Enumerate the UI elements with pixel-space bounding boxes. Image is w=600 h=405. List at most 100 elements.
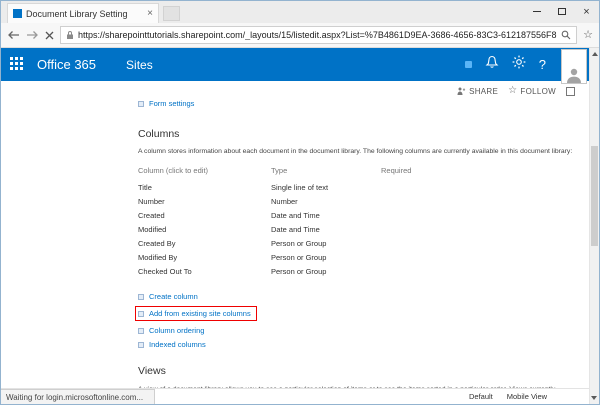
- form-settings-link[interactable]: Form settings: [149, 99, 194, 108]
- close-button[interactable]: ×: [574, 1, 599, 22]
- settings-button[interactable]: [512, 55, 526, 74]
- sharepoint-favicon-icon: [13, 9, 22, 18]
- focus-on-content-icon[interactable]: [566, 87, 575, 96]
- table-row: Created Date and Time: [138, 208, 451, 222]
- address-bar[interactable]: https://sharepointtutorials.sharepoint.c…: [60, 26, 577, 44]
- favorites-star-icon[interactable]: ☆: [583, 30, 593, 41]
- page-actions: SHARE ☆ FOLLOW: [457, 86, 575, 96]
- column-type: Person or Group: [271, 250, 381, 264]
- forward-arrow-icon: [26, 30, 39, 40]
- bottom-strip: Default Mobile View Waiting for login.mi…: [1, 388, 589, 404]
- maximize-button[interactable]: [549, 1, 574, 22]
- create-column-link[interactable]: Create column: [149, 292, 198, 301]
- column-type: Person or Group: [271, 264, 381, 278]
- status-text: Waiting for login.microsoftonline.com...: [6, 393, 143, 402]
- share-button[interactable]: SHARE: [457, 87, 498, 96]
- help-button[interactable]: ?: [539, 57, 546, 72]
- share-label: SHARE: [469, 87, 498, 96]
- person-icon: [565, 67, 583, 83]
- window-controls: ×: [524, 1, 599, 22]
- tab-bar: Document Library Setting × ×: [1, 1, 599, 23]
- follow-button[interactable]: ☆ FOLLOW: [508, 86, 556, 96]
- column-required: [381, 208, 451, 222]
- column-name[interactable]: Modified By: [138, 250, 271, 264]
- indexed-columns-row: Indexed columns: [138, 340, 573, 349]
- url-text: https://sharepointtutorials.sharepoint.c…: [78, 30, 557, 40]
- browser-toolbar: https://sharepointtutorials.sharepoint.c…: [1, 23, 599, 48]
- follow-label: FOLLOW: [520, 87, 556, 96]
- create-column-row: Create column: [138, 292, 573, 301]
- office365-brand[interactable]: Office 365: [37, 57, 96, 72]
- notification-badge: [465, 61, 472, 68]
- gear-icon: [512, 55, 526, 69]
- stop-button[interactable]: [45, 31, 54, 40]
- views-header-default: Default: [469, 392, 493, 401]
- forward-button[interactable]: [26, 30, 39, 40]
- minimize-button[interactable]: [524, 1, 549, 22]
- office365-suite-bar: Office 365 Sites ?: [1, 48, 589, 81]
- table-row: Number Number: [138, 194, 451, 208]
- column-required: [381, 222, 451, 236]
- column-type: Single line of text: [271, 180, 381, 194]
- column-ordering-link[interactable]: Column ordering: [149, 326, 204, 335]
- stop-icon: [45, 31, 54, 40]
- column-name[interactable]: Checked Out To: [138, 264, 271, 278]
- header-required: Required: [381, 164, 451, 180]
- scroll-up-icon[interactable]: [592, 52, 598, 56]
- column-required: [381, 236, 451, 250]
- column-ordering-row: Column ordering: [138, 326, 573, 335]
- column-name[interactable]: Title: [138, 180, 271, 194]
- scroll-down-icon[interactable]: [591, 396, 597, 400]
- back-arrow-icon: [7, 30, 20, 40]
- header-type: Type: [271, 164, 381, 180]
- suite-bar-icons: ?: [465, 55, 546, 74]
- share-icon: [457, 87, 466, 95]
- tab-close-icon[interactable]: ×: [147, 9, 153, 19]
- search-icon[interactable]: [561, 30, 571, 40]
- link-bullet-icon: [138, 342, 144, 348]
- user-avatar[interactable]: [561, 49, 587, 84]
- column-required: [381, 264, 451, 278]
- column-type: Date and Time: [271, 208, 381, 222]
- back-button[interactable]: [7, 30, 20, 40]
- sites-label[interactable]: Sites: [126, 58, 153, 72]
- indexed-columns-link[interactable]: Indexed columns: [149, 340, 206, 349]
- follow-star-icon: ☆: [508, 86, 517, 96]
- form-settings-row: Form settings: [138, 99, 573, 108]
- column-required: [381, 194, 451, 208]
- column-name[interactable]: Number: [138, 194, 271, 208]
- annotation-highlight-box: Add from existing site columns: [135, 306, 257, 321]
- link-bullet-icon: [138, 101, 144, 107]
- column-required: [381, 250, 451, 264]
- link-bullet-icon: [138, 294, 144, 300]
- lock-icon: [66, 30, 74, 40]
- scrollbar-thumb[interactable]: [591, 146, 598, 246]
- new-tab-button[interactable]: [163, 6, 180, 21]
- notifications-button[interactable]: [485, 55, 499, 74]
- link-bullet-icon: [138, 328, 144, 334]
- column-name[interactable]: Created By: [138, 236, 271, 250]
- column-required: [381, 180, 451, 194]
- column-type: Number: [271, 194, 381, 208]
- bell-icon: [485, 55, 499, 69]
- table-row: Checked Out To Person or Group: [138, 264, 451, 278]
- columns-description: A column stores information about each d…: [138, 148, 573, 155]
- column-name[interactable]: Created: [138, 208, 271, 222]
- columns-heading: Columns: [138, 128, 573, 140]
- browser-tab[interactable]: Document Library Setting ×: [7, 3, 159, 23]
- add-from-existing-site-columns-link[interactable]: Add from existing site columns: [149, 309, 251, 318]
- columns-table: Column (click to edit) Type Required Tit…: [138, 164, 451, 278]
- vertical-scrollbar[interactable]: [589, 48, 599, 404]
- columns-links: Create column Add from existing site col…: [138, 292, 573, 349]
- status-bar: Waiting for login.microsoftonline.com...: [1, 389, 155, 404]
- add-from-existing-row: Add from existing site columns: [138, 306, 573, 321]
- app-launcher-icon[interactable]: [10, 57, 25, 72]
- maximize-icon: [558, 8, 566, 15]
- tab-title: Document Library Setting: [26, 9, 143, 19]
- table-row: Created By Person or Group: [138, 236, 451, 250]
- table-row: Modified By Person or Group: [138, 250, 451, 264]
- column-name[interactable]: Modified: [138, 222, 271, 236]
- minimize-icon: [533, 11, 541, 12]
- views-table-partial-headers: Default Mobile View: [469, 392, 547, 401]
- columns-table-header: Column (click to edit) Type Required: [138, 164, 451, 180]
